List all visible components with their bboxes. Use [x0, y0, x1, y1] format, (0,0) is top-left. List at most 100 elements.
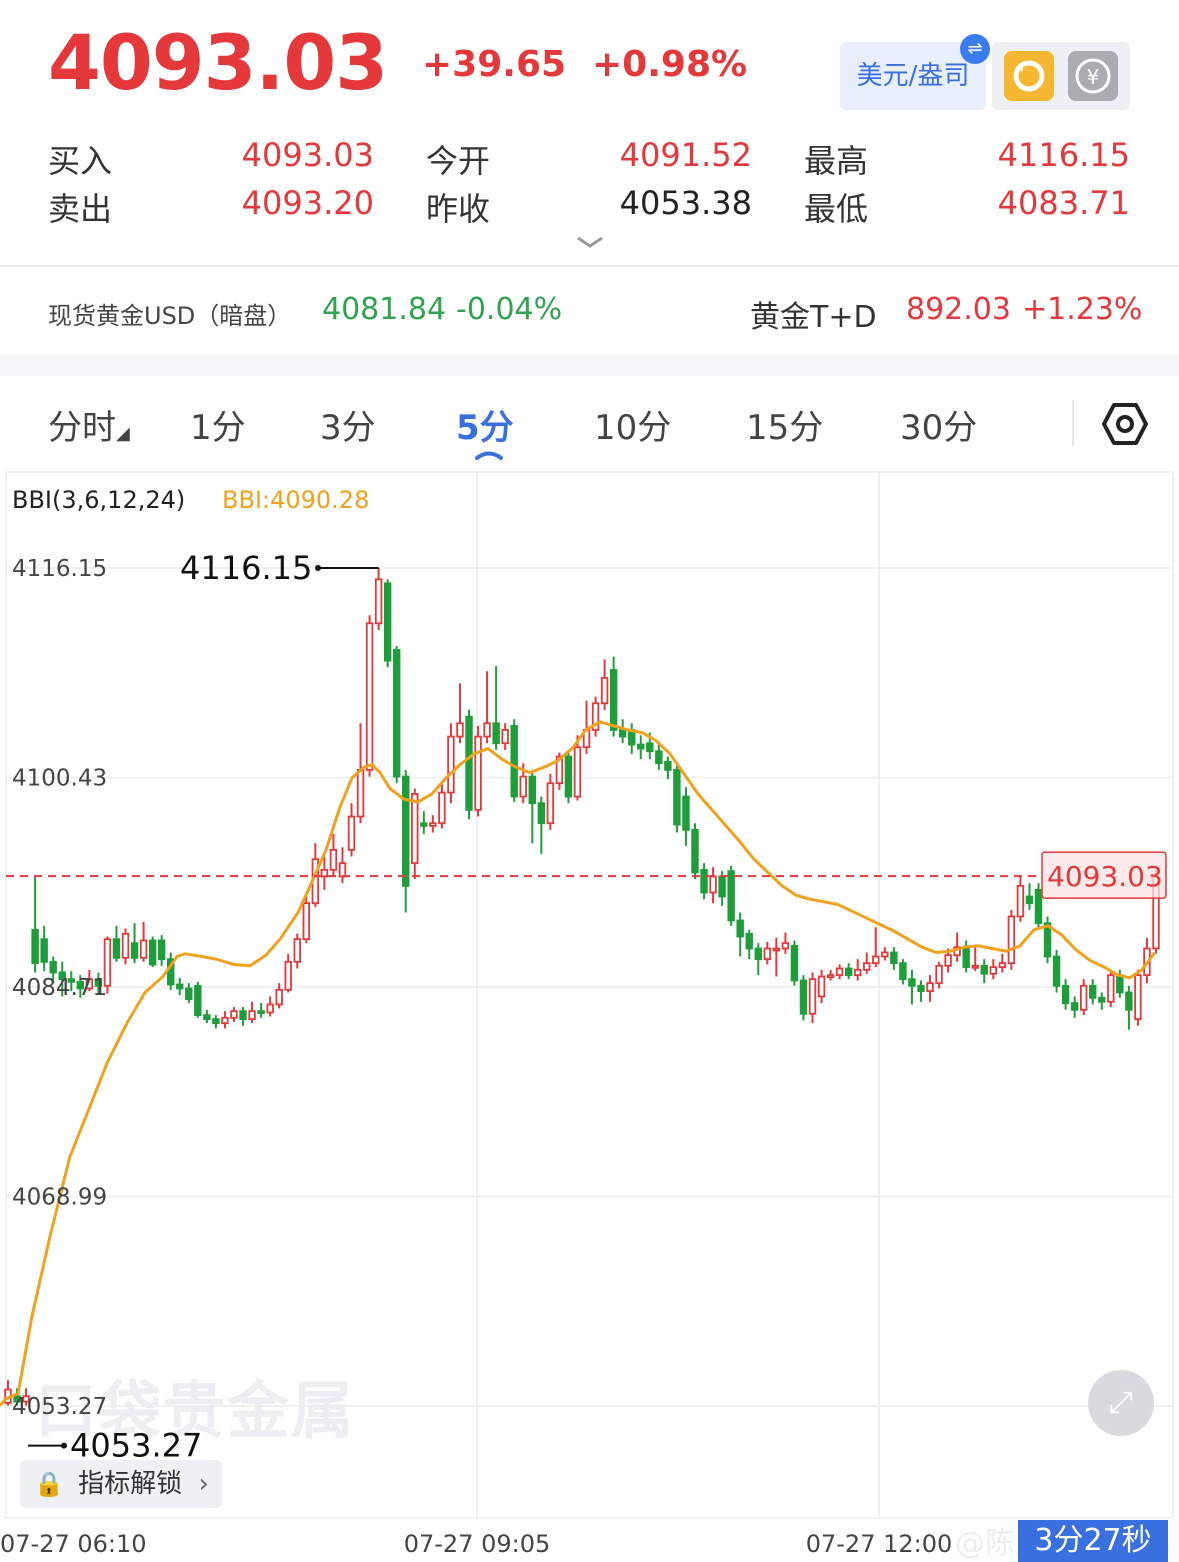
swap-icon[interactable]: ⇌ [960, 34, 990, 64]
candle-body [772, 947, 781, 952]
candle-body [935, 964, 943, 985]
candle-body [709, 875, 717, 894]
tab-timeshare[interactable]: 分时◢ [48, 400, 130, 449]
tab-1min[interactable]: 1分 [190, 400, 246, 449]
tab-15min[interactable]: 15分 [746, 400, 823, 449]
candle-body [257, 1010, 265, 1015]
tab-separator [1072, 400, 1074, 446]
candle-body [537, 802, 546, 825]
caret-icon: ◢ [116, 423, 130, 444]
candle-body [148, 939, 157, 966]
current-price-box: 4093.03 [1041, 851, 1167, 899]
candle-body [1079, 984, 1088, 1011]
candle-body [510, 725, 518, 798]
candle-body [49, 960, 57, 974]
candle-body [374, 578, 383, 625]
current-price-box-label: 4093.03 [1047, 860, 1163, 893]
candle-body [501, 729, 509, 745]
expand-icon[interactable]: ⤢ [1088, 1370, 1154, 1436]
tab-30min[interactable]: 30分 [900, 400, 977, 449]
candle-body [881, 951, 889, 958]
candle-body [185, 987, 193, 1001]
candle-body [239, 1010, 247, 1021]
candle-body [844, 967, 853, 977]
candle-body [221, 1016, 229, 1025]
candle-body [1134, 974, 1142, 1021]
candle-body [1089, 984, 1097, 999]
stat-value-high: 4116.15 [997, 136, 1130, 174]
candle-body [799, 979, 808, 1015]
candle-body [365, 622, 374, 771]
y-axis-labels: 4116.15 4100.43 4084.71 4068.99 4053.27 [12, 556, 107, 1420]
candle-body [293, 938, 301, 963]
candle-body [664, 761, 672, 771]
related-pct-gold-td: +1.23% [1022, 292, 1143, 327]
active-tab-indicator-svg [475, 451, 503, 460]
settings-hexagon-svg [1102, 403, 1148, 445]
settings-hexagon-icon[interactable] [1102, 402, 1148, 450]
min-price-dot [61, 1442, 67, 1449]
candle-body [528, 775, 536, 805]
candlestick-chart[interactable]: 4116.15 4100.43 4084.71 4068.99 4053.27 4093… [0, 470, 1179, 1561]
stat-value-low: 4083.71 [997, 184, 1130, 222]
candle-body [853, 968, 862, 977]
chevron-down-icon[interactable] [574, 232, 606, 256]
related-name-gold-td[interactable]: 黄金T+D [750, 292, 877, 336]
candle-body [420, 822, 428, 827]
candle-body [266, 1003, 274, 1014]
candle-body [402, 775, 410, 887]
chart-frame [5, 471, 1174, 1519]
candle-body [1116, 974, 1124, 994]
candle-body [673, 769, 681, 826]
candle-body [121, 932, 130, 959]
candle-body [989, 966, 997, 975]
tab-timeshare-label: 分时 [48, 408, 116, 448]
unlock-indicators-button[interactable]: 🔒 指标解锁 › [20, 1460, 222, 1508]
candle-body [392, 649, 401, 778]
candle-body [682, 795, 690, 831]
candle-body [1052, 955, 1061, 987]
x-tick-label: 07-27 09:05 [404, 1530, 551, 1558]
candle-body [962, 946, 970, 969]
candle-body [1098, 996, 1106, 1003]
candle-body [465, 715, 473, 811]
chevron-down-svg [577, 236, 603, 248]
candle-body [908, 978, 916, 987]
stat-label-open: 今开 [426, 142, 491, 180]
max-price-label: 4116.15 [180, 549, 312, 587]
candle-body [917, 984, 925, 993]
candle-body [899, 962, 907, 981]
candle-body [302, 902, 311, 941]
stat-label-high: 最高 [804, 142, 869, 180]
candle-body [212, 1018, 220, 1025]
indicator-label: BBI(3,6,12,24) [12, 486, 185, 514]
tab-5min[interactable]: 5分 [456, 400, 514, 449]
related-name-spot-gold[interactable]: 现货黄金USD（暗盘） [48, 296, 291, 331]
related-value-gold-td: 892.03 [906, 292, 1011, 327]
current-price: 4093.03 [48, 18, 388, 107]
candle-body [1007, 915, 1016, 965]
chart-grid [5, 471, 1174, 1519]
tab-10min[interactable]: 10分 [594, 400, 671, 449]
candle-body [781, 942, 790, 950]
candle-body [646, 742, 654, 753]
price-change: +39.65 [422, 44, 567, 85]
currency-icon[interactable]: ¥ [1068, 51, 1118, 101]
stat-label-bid: 买入 [48, 142, 113, 180]
candle-body [944, 954, 952, 967]
candle-body [808, 978, 817, 1015]
candle-body [284, 960, 292, 991]
candle-body [112, 938, 121, 959]
candle-body [329, 848, 338, 871]
divider [0, 265, 1179, 267]
header-icon-group: ¥ [992, 42, 1130, 110]
y-tick-label: 4068.99 [12, 1185, 107, 1211]
candle-body [176, 983, 184, 990]
refresh-icon[interactable] [1004, 51, 1054, 101]
candle-body [790, 944, 799, 982]
candle-body [655, 750, 663, 765]
countdown-timer: 3分27秒 [1018, 1520, 1168, 1562]
stat-value-ask: 4093.20 [241, 184, 374, 222]
y-tick-label: 4100.43 [12, 766, 107, 792]
tab-3min[interactable]: 3分 [320, 400, 376, 449]
